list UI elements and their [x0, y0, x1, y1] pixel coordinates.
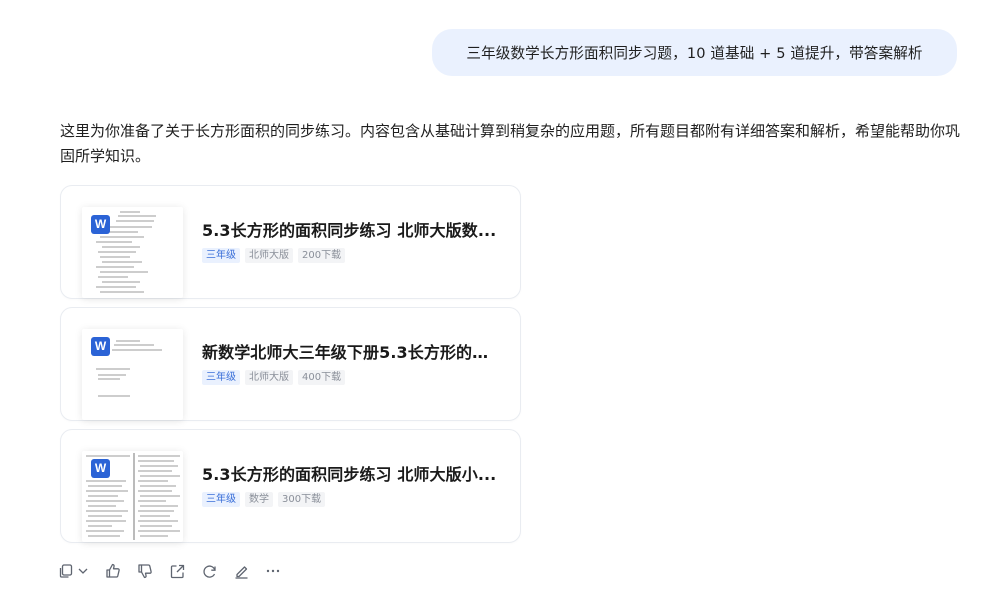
tag-edition: 北师大版 — [245, 248, 293, 263]
tag-downloads: 200下载 — [298, 248, 346, 263]
tag-grade: 三年级 — [202, 492, 240, 507]
document-card[interactable]: W 5.3长方形的面积同步练习 北师大版小... 三年级 数学 300下载 — [60, 429, 521, 543]
tag-downloads: 300下载 — [278, 492, 326, 507]
thumbs-down-icon[interactable] — [136, 561, 154, 581]
tag-grade: 三年级 — [202, 370, 240, 385]
document-tags: 三年级 数学 300下载 — [202, 492, 504, 507]
tag-edition: 北师大版 — [245, 370, 293, 385]
thumbs-up-icon[interactable] — [104, 561, 122, 581]
message-action-bar — [58, 560, 282, 582]
word-doc-icon: W — [91, 337, 110, 356]
chat-page: 三年级数学长方形面积同步习题，10 道基础 + 5 道提升，带答案解析 这里为你… — [0, 0, 1007, 595]
document-tags: 三年级 北师大版 400下载 — [202, 370, 504, 385]
tag-downloads: 400下载 — [298, 370, 346, 385]
document-card[interactable]: W 5.3长方形的面积同步练习 北师大版数... 三年级 北师大版 200下载 — [60, 185, 521, 299]
assistant-reply-text: 这里为你准备了关于长方形面积的同步练习。内容包含从基础计算到稍复杂的应用题，所有… — [60, 122, 961, 165]
document-title[interactable]: 5.3长方形的面积同步练习 北师大版数... — [202, 219, 504, 243]
user-message-text: 三年级数学长方形面积同步习题，10 道基础 + 5 道提升，带答案解析 — [466, 45, 923, 62]
document-thumbnail: W — [82, 451, 183, 542]
document-tags: 三年级 北师大版 200下载 — [202, 248, 504, 263]
word-doc-icon: W — [91, 215, 110, 234]
document-title[interactable]: 新数学北师大三年级下册5.3长方形的面... — [202, 341, 504, 365]
tag-grade: 三年级 — [202, 248, 240, 263]
document-thumbnail: W — [82, 207, 183, 298]
regenerate-icon[interactable] — [200, 561, 218, 581]
user-message-bubble: 三年级数学长方形面积同步习题，10 道基础 + 5 道提升，带答案解析 — [432, 29, 957, 76]
document-thumbnail: W — [82, 329, 183, 420]
share-icon[interactable] — [168, 561, 186, 581]
tag-subject: 数学 — [245, 492, 273, 507]
copy-icon[interactable] — [58, 561, 74, 581]
chevron-down-icon[interactable] — [74, 561, 92, 581]
document-title[interactable]: 5.3长方形的面积同步练习 北师大版小... — [202, 463, 504, 487]
word-doc-icon: W — [91, 459, 110, 478]
more-icon[interactable] — [264, 561, 282, 581]
document-card[interactable]: W 新数学北师大三年级下册5.3长方形的面... 三年级 北师大版 400下载 — [60, 307, 521, 421]
edit-icon[interactable] — [232, 561, 250, 581]
